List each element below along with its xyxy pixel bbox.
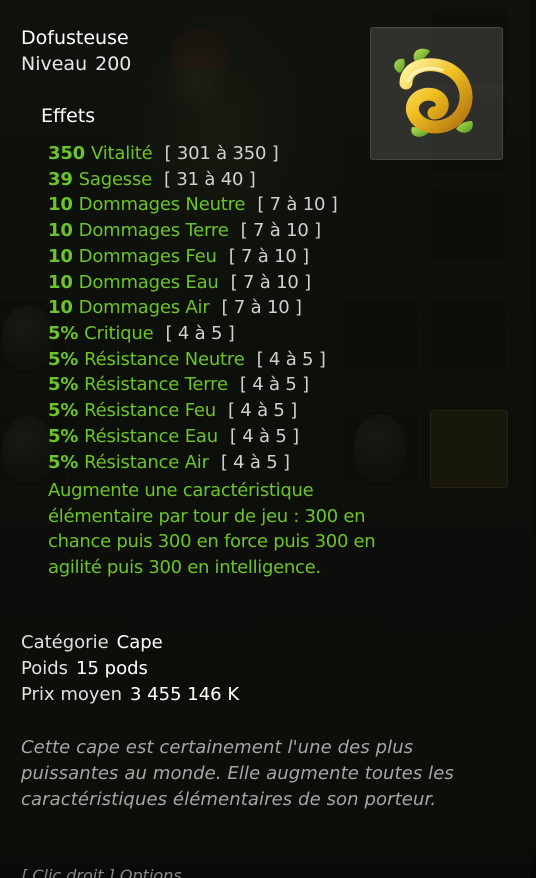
effect-row: 10 Dommages Neutre [ 7 à 10 ]: [48, 192, 338, 218]
effect-range: [ 4 à 5 ]: [239, 374, 309, 395]
effect-stat: Résistance Neutre: [84, 349, 245, 370]
effect-row: 5% Résistance Terre [ 4 à 5 ]: [48, 372, 309, 398]
effect-row: 350 Vitalité [ 301 à 350 ]: [48, 141, 279, 167]
effect-stat: Dommages Terre: [78, 220, 229, 241]
effect-value: 39: [48, 169, 73, 190]
effect-range: [ 4 à 5 ]: [165, 323, 235, 344]
category-value: Cape: [116, 632, 163, 653]
effect-value: 5%: [48, 323, 79, 344]
effect-stat: Résistance Terre: [84, 374, 228, 395]
flavor-text: Cette cape est certainement l'une des pl…: [21, 737, 454, 810]
item-average-price: Prix moyen 3 455 146 K: [21, 684, 239, 705]
effect-range: [ 31 à 40 ]: [164, 169, 256, 190]
effect-stat: Dommages Eau: [78, 272, 219, 293]
effect-stat: Résistance Air: [84, 452, 209, 473]
right-click-hint: [ Clic droit ] Options: [21, 866, 182, 878]
effect-row: 10 Dommages Air [ 7 à 10 ]: [48, 295, 302, 321]
effect-range: [ 7 à 10 ]: [230, 272, 312, 293]
effect-range: [ 4 à 5 ]: [229, 426, 299, 447]
item-weight: Poids 15 pods: [21, 658, 148, 679]
effect-range: [ 7 à 10 ]: [221, 297, 303, 318]
effect-row: 10 Dommages Terre [ 7 à 10 ]: [48, 218, 321, 244]
effect-value: 350: [48, 143, 85, 164]
effect-range: [ 4 à 5 ]: [220, 452, 290, 473]
effect-range: [ 4 à 5 ]: [227, 400, 298, 421]
effect-range: [ 7 à 10 ]: [257, 194, 338, 215]
effect-value: 10: [48, 297, 73, 318]
effect-value: 10: [48, 220, 73, 241]
effect-value: 5%: [48, 374, 79, 395]
effect-row: 5% Résistance Feu [ 4 à 5 ]: [48, 398, 297, 424]
level-label: Niveau: [21, 53, 88, 75]
effect-value: 5%: [48, 452, 79, 473]
effect-stat: Vitalité: [90, 143, 153, 164]
effect-value: 10: [48, 246, 73, 267]
effect-row: 5% Critique [ 4 à 5 ]: [48, 321, 235, 347]
effect-range: [ 4 à 5 ]: [256, 349, 326, 370]
game-screen: Dofusteuse Niveau 200 Effets 350 Vitalit…: [0, 0, 536, 878]
effect-stat: Dommages Feu: [78, 246, 217, 267]
effect-stat: Résistance Eau: [84, 426, 218, 447]
effect-value: 5%: [48, 426, 79, 447]
effect-stat: Résistance Feu: [84, 400, 216, 421]
level-value: 200: [95, 53, 132, 75]
special-effect-text: Augmente une caractéristique élémentaire…: [48, 480, 376, 579]
item-name: Dofusteuse: [21, 27, 129, 49]
item-tooltip: Dofusteuse Niveau 200 Effets 350 Vitalit…: [0, 0, 530, 878]
effect-stat: Sagesse: [78, 169, 153, 190]
effect-value: 10: [48, 194, 73, 215]
weight-label: Poids: [21, 658, 69, 679]
dofus-egg-icon: [394, 48, 473, 137]
effect-row: 10 Dommages Eau [ 7 à 10 ]: [48, 270, 311, 296]
effect-stat: Dommages Air: [78, 297, 210, 318]
effect-value: 5%: [48, 400, 79, 421]
effect-row: 5% Résistance Air [ 4 à 5 ]: [48, 450, 290, 476]
scrollbar[interactable]: [530, 0, 536, 878]
effect-row: 5% Résistance Neutre [ 4 à 5 ]: [48, 347, 326, 373]
effect-range: [ 7 à 10 ]: [240, 220, 322, 241]
effects-heading: Effets: [41, 105, 96, 127]
effect-stat: Dommages Neutre: [78, 194, 246, 215]
weight-value: 15 pods: [76, 658, 148, 679]
effect-row: 39 Sagesse [ 31 à 40 ]: [48, 167, 256, 193]
item-level: Niveau 200: [21, 53, 131, 75]
effect-row: 5% Résistance Eau [ 4 à 5 ]: [48, 424, 299, 450]
item-category: Catégorie Cape: [21, 632, 163, 653]
price-label: Prix moyen: [21, 684, 122, 705]
effect-value: 5%: [48, 349, 79, 370]
effect-range: [ 7 à 10 ]: [228, 246, 310, 267]
effect-range: [ 301 à 350 ]: [164, 143, 279, 164]
item-icon-frame: [370, 27, 503, 160]
effect-value: 10: [48, 272, 73, 293]
price-value: 3 455 146 K: [130, 684, 240, 705]
effect-stat: Critique: [84, 323, 154, 344]
effect-row: 10 Dommages Feu [ 7 à 10 ]: [48, 244, 309, 270]
category-label: Catégorie: [21, 632, 109, 653]
